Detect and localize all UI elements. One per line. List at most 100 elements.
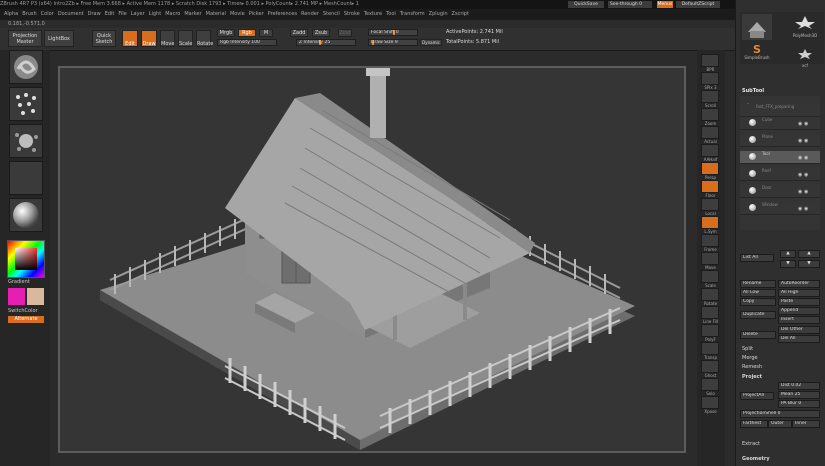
shelf-button-frame[interactable] bbox=[701, 234, 719, 247]
shelf-button-ghost[interactable] bbox=[701, 360, 719, 373]
eye-icon[interactable]: ◉ ◉ bbox=[798, 189, 808, 195]
menu-file[interactable]: File bbox=[118, 11, 126, 17]
duplicate-button[interactable]: Duplicate bbox=[740, 311, 776, 319]
del-other-button[interactable]: Del Other bbox=[778, 326, 820, 334]
subtool-row[interactable]: Plane ◉ ◉ bbox=[740, 134, 820, 147]
menu-texture[interactable]: Texture bbox=[364, 11, 382, 17]
z-intensity-slider[interactable]: Z Intensity 25 bbox=[296, 39, 356, 46]
switch-color-label[interactable]: SwitchColor bbox=[8, 308, 38, 314]
rename-button[interactable]: Rename bbox=[740, 280, 776, 288]
stroke-thumbnail[interactable] bbox=[9, 87, 43, 121]
cylinder-thumb[interactable]: xcf bbox=[790, 44, 820, 68]
house-model[interactable] bbox=[60, 68, 684, 451]
subtool-row[interactable]: Door ◉ ◉ bbox=[740, 185, 820, 198]
edit-button[interactable]: Edit bbox=[122, 30, 138, 47]
paste-button[interactable]: Paste bbox=[778, 298, 820, 306]
insert-button[interactable]: Insert bbox=[778, 316, 820, 324]
pa-blur-slider[interactable]: PA Blur 0 bbox=[778, 400, 820, 408]
menu-render[interactable]: Render bbox=[301, 11, 319, 17]
menu-material[interactable]: Material bbox=[206, 11, 226, 17]
shelf-button-spix-3[interactable] bbox=[701, 72, 719, 85]
dynamic-button[interactable]: Dynamic bbox=[420, 39, 442, 46]
rgb-intensity-slider[interactable]: Rgb Intensity 100 bbox=[217, 39, 277, 46]
brush-thumbnail[interactable] bbox=[9, 50, 43, 84]
shelf-button-aahalf[interactable] bbox=[701, 144, 719, 157]
menu-zplugin[interactable]: Zplugin bbox=[429, 11, 448, 17]
menu-transform[interactable]: Transform bbox=[400, 11, 425, 17]
zcut-button[interactable]: Zcut bbox=[338, 29, 352, 37]
shelf-button-bpr[interactable] bbox=[701, 54, 719, 67]
menu-color[interactable]: Color bbox=[41, 11, 54, 17]
append-button[interactable]: Append bbox=[778, 307, 820, 315]
shelf-button-l-sym[interactable] bbox=[701, 216, 719, 229]
rgb-button[interactable]: Rgb bbox=[238, 29, 256, 37]
zadd-button[interactable]: Zadd bbox=[290, 29, 308, 37]
outer-button[interactable]: Outer bbox=[768, 420, 792, 428]
menu-movie[interactable]: Movie bbox=[230, 11, 245, 17]
menu-light[interactable]: Light bbox=[149, 11, 161, 17]
remesh-section[interactable]: Remesh bbox=[742, 364, 762, 370]
shelf-button-solo[interactable] bbox=[701, 378, 719, 391]
m-button[interactable]: M bbox=[259, 29, 273, 37]
menu-stencil[interactable]: Stencil bbox=[323, 11, 340, 17]
secondary-color-swatch[interactable] bbox=[27, 288, 44, 305]
menu-draw[interactable]: Draw bbox=[88, 11, 101, 17]
del-all-button[interactable]: Del All bbox=[778, 335, 820, 343]
mrgb-button[interactable]: Mrgb bbox=[217, 29, 235, 37]
shelf-button-actual[interactable] bbox=[701, 126, 719, 139]
dist-slider[interactable]: Dist 0.02 bbox=[778, 382, 820, 390]
subtool-row[interactable]: Roof ◉ ◉ bbox=[740, 168, 820, 181]
main-color-swatch[interactable] bbox=[8, 288, 25, 305]
subtool-row[interactable]: Cube ◉ ◉ bbox=[740, 117, 820, 130]
projection-master-button[interactable]: Projection Master bbox=[8, 30, 42, 47]
list-all-button[interactable]: List All bbox=[740, 254, 774, 262]
project-all-button[interactable]: ProjectAll bbox=[740, 392, 774, 400]
menu-edit[interactable]: Edit bbox=[105, 11, 115, 17]
eye-icon[interactable]: ◉ ◉ bbox=[798, 121, 808, 127]
material-thumbnail[interactable] bbox=[9, 198, 43, 232]
shelf-button-transp[interactable] bbox=[701, 342, 719, 355]
shelf-button-scale[interactable] bbox=[701, 270, 719, 283]
subtool-header[interactable]: SubTool bbox=[742, 88, 764, 94]
shelf-button-polyf[interactable] bbox=[701, 324, 719, 337]
menu-tool[interactable]: Tool bbox=[386, 11, 396, 17]
eye-icon[interactable]: ◉ ◉ bbox=[798, 155, 808, 161]
rotate-button[interactable]: Rotate bbox=[196, 30, 213, 47]
menus-button[interactable]: Menus bbox=[657, 1, 673, 8]
eye-icon[interactable]: ◉ ◉ bbox=[798, 206, 808, 212]
shelf-button-floor[interactable] bbox=[701, 180, 719, 193]
menu-macro[interactable]: Macro bbox=[165, 11, 180, 17]
document-canvas[interactable] bbox=[58, 66, 686, 453]
shelf-button-xpose[interactable] bbox=[701, 396, 719, 409]
arrow-up-double-icon[interactable]: ▲ bbox=[798, 250, 820, 258]
quick-sketch-button[interactable]: Quick Sketch bbox=[92, 30, 116, 47]
texture-thumbnail[interactable] bbox=[9, 161, 43, 195]
inner-button[interactable]: Inner bbox=[792, 420, 820, 428]
color-picker[interactable] bbox=[7, 240, 45, 278]
arrow-down-double-icon[interactable]: ▼ bbox=[798, 260, 820, 268]
merge-section[interactable]: Merge bbox=[742, 355, 758, 361]
menu-zscript[interactable]: Zscript bbox=[452, 11, 469, 17]
subtool-row[interactable]: Window ◉ ◉ bbox=[740, 202, 820, 215]
all-high-button[interactable]: All High bbox=[778, 289, 820, 297]
subtool-row[interactable]: fast_FFX_preparing bbox=[740, 104, 820, 117]
subtool-row-selected[interactable]: Tool ◉ ◉ bbox=[740, 151, 820, 164]
shelf-button-move[interactable] bbox=[701, 252, 719, 265]
scale-button[interactable]: Scale bbox=[178, 30, 193, 47]
all-low-button[interactable]: All Low bbox=[740, 289, 776, 297]
extract-section[interactable]: Extract bbox=[742, 441, 760, 447]
draw-size-slider[interactable]: Draw Size 9 bbox=[368, 39, 418, 46]
menu-brush[interactable]: Brush bbox=[22, 11, 36, 17]
auto-reorder-button[interactable]: AutoReorder bbox=[778, 280, 820, 288]
quicksave-button[interactable]: QuickSave bbox=[568, 1, 604, 8]
tool-thumb-active[interactable] bbox=[742, 14, 772, 40]
menu-document[interactable]: Document bbox=[58, 11, 84, 17]
draw-button[interactable]: Draw bbox=[141, 30, 157, 47]
default-zscript-button[interactable]: DefaultZScript bbox=[676, 1, 720, 8]
copy-button[interactable]: Copy bbox=[740, 298, 776, 306]
project-section[interactable]: Project bbox=[742, 374, 762, 380]
shelf-button-line-fill[interactable] bbox=[701, 306, 719, 319]
arrow-down-icon[interactable]: ▼ bbox=[780, 260, 796, 268]
polymesh-thumb[interactable]: PolyMesh3D bbox=[790, 14, 820, 38]
menu-layer[interactable]: Layer bbox=[131, 11, 145, 17]
